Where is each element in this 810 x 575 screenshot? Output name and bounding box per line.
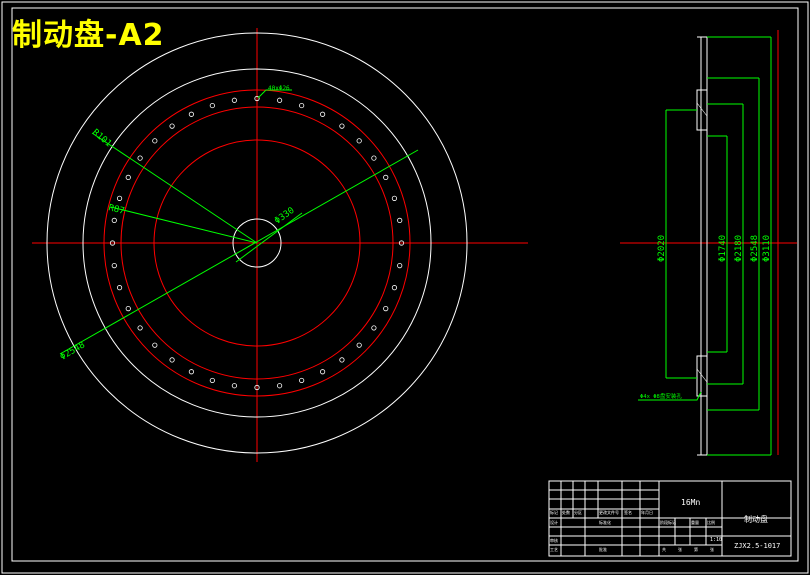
bolt-hole	[276, 383, 283, 389]
label-r87: R87	[107, 203, 125, 217]
bolt-hole	[356, 138, 362, 144]
bolt-hole	[391, 195, 398, 201]
label-bore: Φ330	[273, 206, 297, 227]
cad-canvas: 40xΦ26 R101 R87 Φ330 Φ2548 Φ2020 Φ1740 Φ…	[1, 1, 809, 574]
dim-line-r87	[110, 206, 258, 244]
tb-label-approve: 批准	[599, 546, 607, 552]
label-r101: R101	[90, 128, 113, 150]
tb-label-mark: 标记	[550, 509, 558, 515]
tb-label-sheets: 张	[678, 546, 682, 552]
bolt-hole	[231, 383, 237, 389]
dim-line-bore	[235, 212, 303, 263]
bolt-hole	[231, 97, 237, 103]
tb-label-date: 年月日	[641, 509, 653, 515]
bolt-hole	[299, 377, 305, 384]
bolt-hole	[169, 357, 175, 363]
bolt-hole	[319, 369, 326, 375]
bolt-hole	[152, 138, 158, 144]
bolt-hole	[188, 111, 194, 117]
bolt-hole	[111, 217, 117, 223]
bolt-hole	[276, 97, 283, 103]
tb-label-sheet: 张	[710, 546, 714, 552]
tb-drawing-no: ZJX2.5-1017	[734, 542, 780, 550]
tb-label-ratio: 比例	[707, 519, 715, 525]
front-view: 40xΦ26 R101 R87 Φ330 Φ2548	[32, 28, 528, 462]
dim-side-1740: Φ1740	[718, 235, 728, 262]
bolt-hole	[209, 102, 215, 109]
side-view: Φ2020 Φ1740 Φ2180 Φ2548 Φ3110 Φ4x Φ8盘安装孔	[620, 30, 797, 456]
tb-material: 16Mn	[681, 498, 700, 507]
bolt-hole	[137, 155, 143, 161]
bolt-hole	[371, 155, 377, 161]
tb-label-process: 工艺	[550, 547, 558, 552]
bolt-hole	[169, 123, 175, 129]
label-bolt: Φ4x Φ8盘安装孔	[640, 392, 682, 400]
flange-bottom	[696, 355, 708, 397]
tb-scale: 1:10	[710, 537, 722, 543]
bolt-hole	[383, 174, 389, 180]
frame-inner	[11, 7, 799, 562]
bolt-hole	[299, 102, 305, 109]
bolt-hole	[383, 305, 389, 312]
bolt-hole	[356, 342, 362, 348]
bolt-hole	[371, 325, 377, 331]
bolt-hole	[339, 123, 345, 129]
disc-body	[700, 36, 708, 456]
frame-outer	[1, 1, 809, 574]
tb-part-name: 制动盘	[744, 514, 768, 524]
bolt-hole	[111, 262, 117, 269]
tb-label-no: 第	[694, 546, 698, 552]
bolt-hole	[397, 217, 403, 223]
tb-label-zone: 分区	[574, 509, 582, 515]
bolt-hole	[125, 174, 131, 180]
tb-label-total: 共	[662, 546, 666, 552]
flange-top	[696, 89, 708, 131]
bolt-hole	[125, 305, 131, 312]
bolt-hole	[391, 285, 398, 291]
dim-line-diam	[59, 149, 419, 355]
dim-line-r101	[91, 132, 258, 244]
tb-label-weight: 重量	[691, 519, 699, 525]
bolt-hole	[152, 342, 158, 348]
bolt-hole	[209, 377, 215, 384]
dim-side-2020: Φ2020	[657, 235, 667, 262]
dim-side-3110: Φ3110	[762, 235, 772, 262]
dim-side-2180: Φ2180	[734, 235, 744, 262]
bolt-hole	[339, 357, 345, 363]
tb-label-change: 更改文件号	[599, 509, 619, 515]
dim-side-2548: Φ2548	[750, 235, 760, 262]
tb-label-sign: 签名	[624, 509, 632, 515]
bolt-hole	[319, 111, 326, 117]
bolt-hole	[397, 262, 403, 269]
bolt-hole	[188, 369, 194, 375]
bolt-hole	[137, 325, 143, 331]
tb-label-count: 处数	[562, 509, 570, 515]
tb-label-review: 审核	[550, 537, 558, 543]
tb-label-std: 标准化	[599, 519, 611, 525]
bolt-hole	[116, 285, 123, 291]
bolt-hole	[116, 195, 123, 201]
tb-label-design: 设计	[550, 519, 558, 525]
label-holes: 40xΦ26	[268, 85, 290, 92]
tb-label-stage: 阶段标记	[660, 519, 676, 525]
